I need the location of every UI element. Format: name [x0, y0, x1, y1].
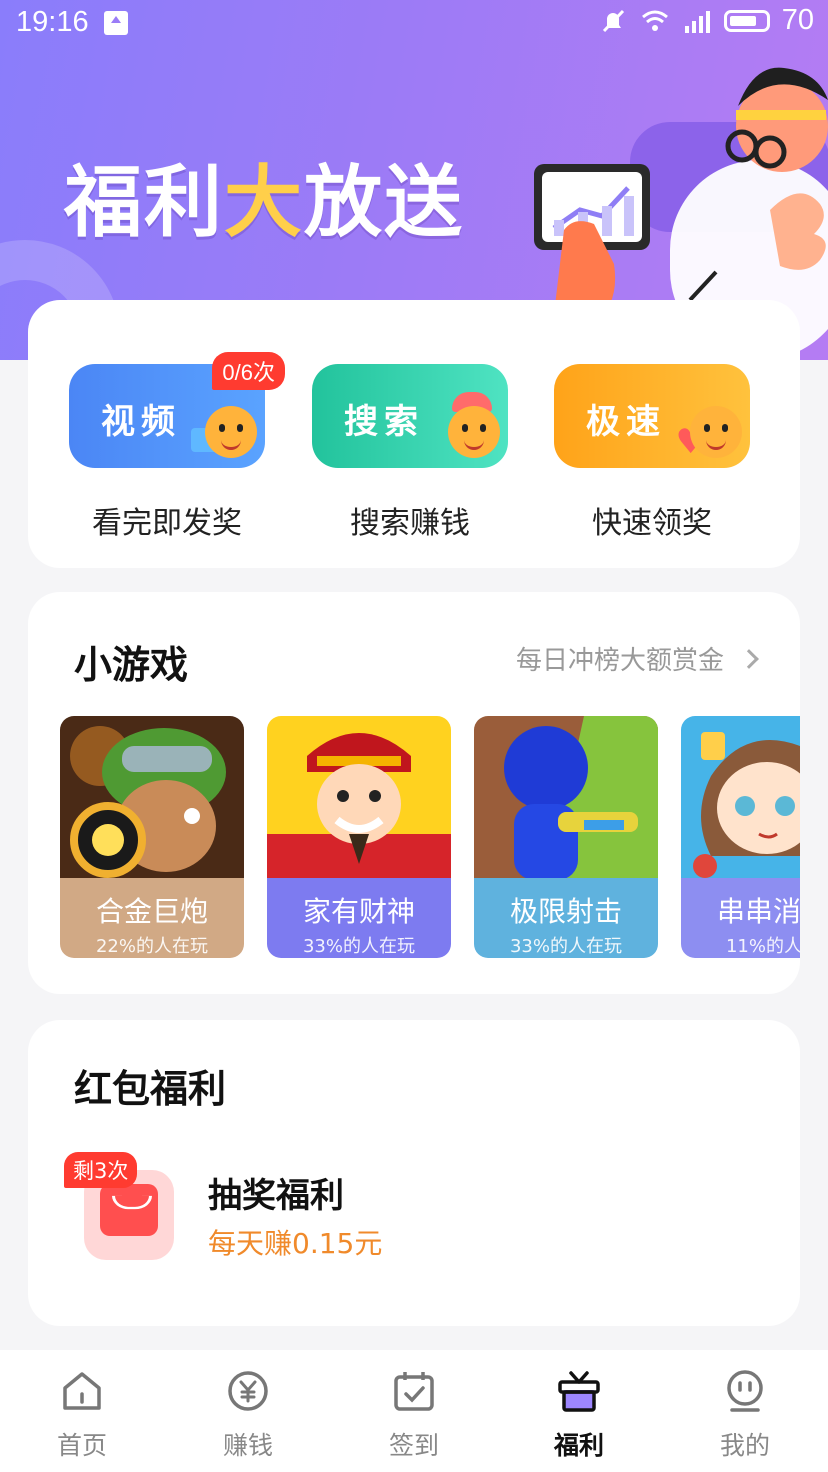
chevron-right-icon [739, 648, 759, 669]
tab-welfare[interactable]: 福利 [519, 1368, 639, 1462]
tab-label: 首页 [56, 1431, 107, 1460]
lottery-welfare-desc: 每天赚0.15元 [208, 1227, 383, 1260]
quick-action-search[interactable]: 搜索 搜索赚钱 [312, 364, 512, 542]
search-subtitle: 搜索赚钱 [350, 506, 470, 541]
games-more-label: 每日冲榜大额赏金 [515, 646, 724, 676]
game-name: 家有财神 [302, 895, 415, 928]
quick-action-video[interactable]: 视频 0/6次 看完即发奖 [69, 352, 285, 542]
games-more-link[interactable]: 每日冲榜大额赏金 [515, 640, 759, 677]
mini-games-card: 小游戏 每日冲榜大额赏金 合金巨炮 22%的人在玩 家有财神 33%的人在玩 极… [28, 592, 800, 994]
smiley-icon [690, 406, 742, 458]
hero-title-highlight: 大 [224, 158, 305, 248]
game-name: 极限射击 [509, 895, 622, 928]
battery-icon [723, 9, 770, 32]
upload-notification-icon [104, 11, 128, 35]
mute-icon [602, 9, 624, 32]
lottery-welfare-title[interactable]: 抽奖福利 [208, 1168, 344, 1217]
game-art-god-of-wealth [267, 716, 451, 880]
game-name: 合金巨炮 [95, 895, 208, 928]
tab-home[interactable]: 首页 [22, 1368, 142, 1462]
games-section-title: 小游戏 [74, 643, 189, 687]
game-players: 33%的人在玩 [509, 936, 622, 957]
hero-title: 福利大放送 [64, 140, 464, 252]
game-players: 33%的人在玩 [302, 936, 415, 957]
tab-label: 签到 [388, 1431, 439, 1460]
game-card-skewer-match[interactable]: 串串消一 11%的人在 [681, 716, 800, 958]
game-players: 11%的人在 [725, 936, 800, 957]
status-time: 19:16 [16, 6, 89, 38]
tab-label: 赚钱 [222, 1431, 273, 1460]
red-packet-card: 红包福利 剩3次 抽奖福利 每天赚0.15元 [28, 1020, 800, 1326]
video-subtitle: 看完即发奖 [92, 506, 242, 541]
status-bar: 19:16 70 [0, 0, 828, 46]
calendar-check-icon [394, 1372, 434, 1411]
video-button[interactable]: 视频 0/6次 [69, 352, 285, 468]
game-card-alloy-cannon[interactable]: 合金巨炮 22%的人在玩 [60, 716, 244, 958]
game-art-girl [681, 716, 800, 880]
red-packet-section-title: 红包福利 [74, 1067, 227, 1111]
quick-action-speed[interactable]: 极速 ♥ 快速领奖 [554, 364, 754, 542]
speed-subtitle: 快速领奖 [592, 506, 712, 541]
tab-earn[interactable]: 赚钱 [188, 1368, 308, 1462]
battery-level: 70 [781, 4, 814, 36]
wifi-icon [641, 10, 668, 31]
yuan-icon [228, 1371, 268, 1411]
hero-title-part2: 放送 [304, 158, 465, 248]
gift-icon [558, 1371, 600, 1412]
smiley-icon [448, 406, 500, 458]
search-button-label: 搜索 [344, 402, 424, 442]
tab-profile[interactable]: 我的 [685, 1368, 805, 1462]
video-count-badge: 0/6次 [212, 352, 285, 390]
video-button-label: 视频 [101, 402, 181, 442]
hero-title-part1: 福利 [64, 158, 225, 248]
game-card-extreme-shooting[interactable]: 极限射击 33%的人在玩 [474, 716, 658, 958]
home-icon [63, 1372, 101, 1410]
speed-button[interactable]: 极速 ♥ [554, 364, 750, 468]
smiley-icon [205, 406, 257, 458]
tab-checkin[interactable]: 签到 [354, 1368, 474, 1462]
signal-icon [684, 10, 710, 33]
game-card-god-of-wealth[interactable]: 家有财神 33%的人在玩 [267, 716, 451, 958]
game-art-shooter [474, 716, 658, 880]
game-name: 串串消一 [716, 895, 800, 928]
profile-icon [727, 1370, 763, 1412]
game-players: 22%的人在玩 [95, 936, 208, 957]
search-button[interactable]: 搜索 [312, 364, 508, 468]
tab-label: 福利 [553, 1431, 604, 1460]
tab-label: 我的 [719, 1431, 770, 1460]
speed-button-label: 极速 [586, 402, 666, 442]
quick-actions-card: 视频 0/6次 看完即发奖 搜索 搜索赚钱 极速 ♥ 快速领奖 [28, 300, 800, 568]
game-art-soldier [60, 716, 244, 880]
bottom-tab-bar: 首页 赚钱 签到 福利 我的 [0, 1350, 828, 1472]
remaining-count-badge: 剩3次 [64, 1152, 138, 1188]
